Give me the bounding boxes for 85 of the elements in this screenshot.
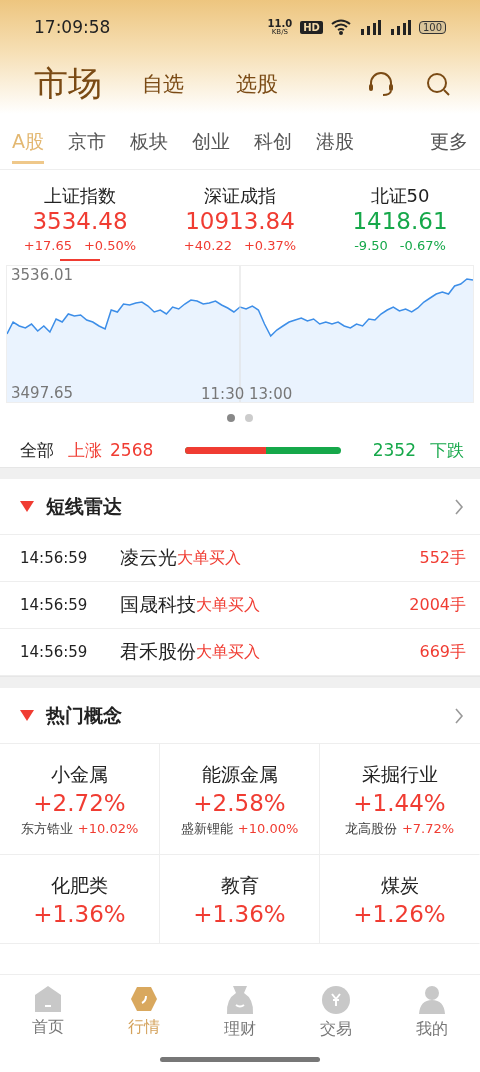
chart-time: 11:30 13:00 <box>201 385 293 403</box>
concept-percent: +1.36% <box>33 901 126 927</box>
index-change: +17.65 <box>23 238 72 253</box>
concept-name[interactable]: 教育 <box>220 873 259 899</box>
stock-name[interactable]: 君禾股份 <box>120 639 196 665</box>
concept-percent: +2.72% <box>33 790 126 816</box>
leading-stock: 东方锆业 <box>20 821 73 836</box>
index-name[interactable]: 深证成指 <box>204 184 276 208</box>
stock-name[interactable]: 国晟科技 <box>120 592 196 618</box>
stock-name[interactable]: 凌云光 <box>120 545 177 571</box>
signal-type: 大单买入 <box>177 547 241 569</box>
concept-percent: +2.58% <box>193 790 286 816</box>
trade-volume: 669手 <box>419 641 466 663</box>
index-percent: +0.50% <box>83 238 137 253</box>
nav-tab[interactable]: 理财 <box>192 975 288 1072</box>
hexagon-icon <box>130 985 158 1013</box>
leading-percent: +7.72% <box>401 821 455 836</box>
money-bag-icon <box>225 985 255 1015</box>
concept-percent: +1.44% <box>353 790 446 816</box>
page-dot[interactable] <box>245 414 253 422</box>
chevron-right-icon[interactable] <box>454 498 464 515</box>
index-value: 1418.61 <box>352 208 448 234</box>
all-label: 全部 <box>20 438 54 462</box>
index-percent: +0.37% <box>243 238 297 253</box>
concept-name[interactable]: 小金属 <box>51 762 108 788</box>
person-icon <box>418 985 446 1015</box>
yen-coin-icon <box>321 985 351 1015</box>
header-tab[interactable]: 选股 <box>236 70 278 98</box>
network-speed: 11.0 <box>267 18 293 29</box>
signal-icon <box>388 19 411 35</box>
leading-stock: 龙高股份 <box>344 821 397 836</box>
nav-tab[interactable]: 我的 <box>384 975 480 1072</box>
page-title: 市场 <box>34 62 102 105</box>
chevron-right-icon[interactable] <box>454 707 464 724</box>
nav-tab[interactable]: 首页 <box>0 975 96 1072</box>
market-tab[interactable]: 港股 <box>316 119 354 164</box>
section-title: 热门概念 <box>46 702 122 728</box>
status-time: 17:09:58 <box>34 17 111 37</box>
signal-icon <box>358 19 381 35</box>
signal-type: 大单买入 <box>196 641 260 663</box>
up-label: 上涨 <box>68 438 102 462</box>
index-percent: -0.67% <box>399 238 446 253</box>
concept-name[interactable]: 煤炭 <box>380 873 419 899</box>
index-value: 10913.84 <box>185 208 295 234</box>
headset-icon[interactable] <box>368 71 394 97</box>
signal-time: 14:56:59 <box>20 596 89 614</box>
market-tab[interactable]: 科创 <box>254 119 292 164</box>
concept-name[interactable]: 采掘行业 <box>361 762 438 788</box>
house-icon <box>34 985 62 1013</box>
page-dot[interactable] <box>227 414 235 422</box>
search-icon[interactable] <box>426 72 450 96</box>
down-count: 2352 <box>372 440 416 460</box>
hd-badge: HD <box>300 20 323 34</box>
leading-percent: +10.02% <box>77 821 139 836</box>
concept-percent: +1.26% <box>353 901 446 927</box>
signal-time: 14:56:59 <box>20 643 89 661</box>
market-tab[interactable]: 京市 <box>68 119 106 164</box>
nav-tab[interactable]: 交易 <box>288 975 384 1072</box>
wifi-icon <box>330 19 351 35</box>
index-name[interactable]: 北证50 <box>370 184 430 208</box>
leading-stock: 盛新锂能 <box>180 821 233 836</box>
index-value: 3534.48 <box>32 208 128 234</box>
signal-type: 大单买入 <box>196 594 260 616</box>
leading-percent: +10.00% <box>237 821 299 836</box>
market-tab[interactable]: 创业 <box>192 119 230 164</box>
header-tab[interactable]: 自选 <box>142 70 184 98</box>
down-label: 下跌 <box>430 438 464 462</box>
collapse-triangle-icon[interactable] <box>20 500 34 513</box>
index-name[interactable]: 上证指数 <box>44 184 116 208</box>
concept-name[interactable]: 化肥类 <box>51 873 108 899</box>
chart-low: 3497.65 <box>11 384 74 402</box>
market-tab[interactable]: 板块 <box>130 119 168 164</box>
concept-name[interactable]: 能源金属 <box>201 762 278 788</box>
battery-indicator: 100 <box>418 20 446 34</box>
up-count: 2568 <box>110 440 154 460</box>
concept-percent: +1.36% <box>193 901 286 927</box>
more-tab[interactable]: 更多 <box>430 128 468 155</box>
section-title: 短线雷达 <box>46 493 122 519</box>
trade-volume: 552手 <box>419 547 466 569</box>
index-change: -9.50 <box>354 238 388 253</box>
signal-time: 14:56:59 <box>20 549 89 567</box>
index-change: +40.22 <box>183 238 232 253</box>
collapse-triangle-icon[interactable] <box>20 709 34 722</box>
trade-volume: 2004手 <box>409 594 466 616</box>
chart-high: 3536.01 <box>11 266 74 284</box>
